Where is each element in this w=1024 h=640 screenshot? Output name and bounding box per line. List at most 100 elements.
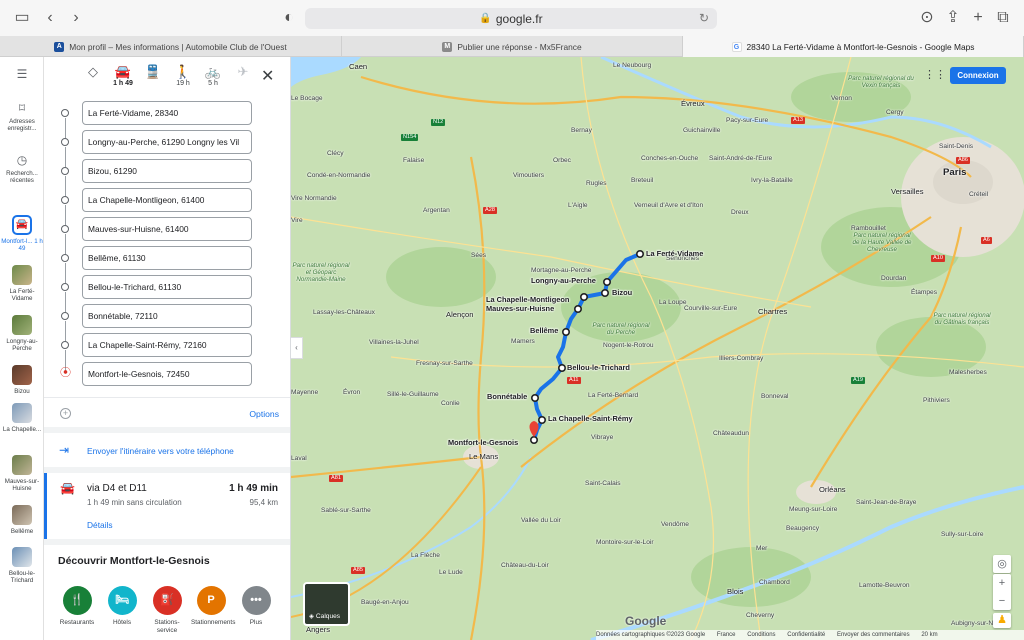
rail-place[interactable]: La Chapelle...: [0, 403, 44, 433]
place-label[interactable]: Saint-Jean-de-Braye: [856, 499, 916, 506]
place-label[interactable]: Vibraye: [591, 434, 613, 441]
place-label[interactable]: Lassay-les-Châteaux: [313, 309, 375, 316]
share-icon[interactable]: ⇪: [943, 8, 963, 28]
place-label[interactable]: Nogent-le-Rotrou: [603, 342, 654, 349]
route-stop-label[interactable]: La Chapelle-Saint-Rémy: [548, 414, 633, 423]
download-icon[interactable]: ⊙: [917, 8, 937, 28]
place-label[interactable]: Orbec: [553, 157, 571, 164]
place-label[interactable]: Vallée du Loir: [521, 517, 561, 524]
place-label[interactable]: Beaugency: [786, 525, 819, 532]
place-label[interactable]: Le Lude: [439, 569, 463, 576]
route-stop-label[interactable]: Bellême: [530, 326, 558, 335]
poi-restaurants[interactable]: 🍴 Restaurants: [57, 586, 97, 627]
place-label[interactable]: Rambouillet: [851, 225, 886, 232]
route-stop-marker[interactable]: [602, 278, 611, 287]
terms-link[interactable]: Conditions: [747, 632, 775, 638]
route-stop-marker[interactable]: [530, 435, 539, 444]
route-stop-label[interactable]: Montfort-le-Gesnois: [448, 438, 518, 447]
place-label[interactable]: Illiers-Combray: [719, 355, 763, 362]
route-stop-label[interactable]: Bizou: [612, 288, 632, 297]
route-stop-marker[interactable]: [635, 250, 644, 259]
stop-input[interactable]: Mauves-sur-Huisne, 61400: [82, 217, 252, 241]
place-label[interactable]: Vire: [291, 217, 303, 224]
zoom-in-button[interactable]: +: [993, 574, 1011, 592]
place-label[interactable]: Chartres: [758, 307, 787, 316]
route-details-link[interactable]: Détails: [87, 520, 113, 530]
place-label[interactable]: Verneuil d'Avre et d'Iton: [634, 202, 703, 209]
place-label[interactable]: Saint-Calais: [585, 480, 621, 487]
park-label[interactable]: Parc naturel régional et Géoparc Normand…: [291, 262, 351, 284]
place-label[interactable]: Le Bocage: [291, 95, 323, 102]
region-label[interactable]: France: [717, 632, 736, 638]
mode-walk[interactable]: 🚶 19 h: [170, 64, 196, 87]
rail-place[interactable]: Mauves-sur-Huisne: [0, 455, 44, 493]
place-label[interactable]: Alençon: [446, 310, 473, 319]
route-stop-marker[interactable]: [600, 289, 609, 298]
place-label[interactable]: Le Mans: [469, 452, 498, 461]
send-to-phone-link[interactable]: Envoyer l'itinéraire vers votre téléphon…: [87, 446, 234, 456]
send-to-phone-row[interactable]: ⇥ Envoyer l'itinéraire vers votre téléph…: [44, 433, 290, 467]
options-link[interactable]: Options: [249, 409, 279, 419]
rail-place[interactable]: Bizou: [0, 365, 44, 395]
place-label[interactable]: Sées: [471, 252, 486, 259]
route-stop-label[interactable]: Longny-au-Perche: [531, 276, 596, 285]
collapse-panel-button[interactable]: ‹: [291, 337, 303, 359]
mode-best[interactable]: ◇: [80, 64, 106, 80]
place-label[interactable]: Vendôme: [661, 521, 689, 528]
back-icon[interactable]: ‹: [40, 8, 60, 28]
place-label[interactable]: Mer: [756, 545, 767, 552]
stop-input[interactable]: Bellême, 61130: [82, 246, 252, 270]
street-view-pegman[interactable]: ♟: [993, 613, 1011, 628]
place-label[interactable]: La Loupe: [659, 299, 687, 306]
place-label[interactable]: Falaise: [403, 157, 424, 164]
place-label[interactable]: Rugles: [586, 180, 607, 187]
feedback-link[interactable]: Envoyer des commentaires: [837, 632, 910, 638]
route-stop-marker[interactable]: [573, 305, 582, 314]
poi-hotels[interactable]: 🛏 Hôtels: [102, 586, 142, 627]
place-label[interactable]: Malesherbes: [949, 369, 987, 376]
rail-place[interactable]: Bellou-le-Trichard: [0, 547, 44, 585]
route-stop-label[interactable]: Bellou-le-Trichard: [567, 363, 630, 372]
place-label[interactable]: Mamers: [511, 338, 535, 345]
place-label[interactable]: Laval: [291, 455, 307, 462]
mode-flight[interactable]: ✈: [230, 64, 256, 80]
place-label[interactable]: La Ferté-Bernard: [588, 392, 638, 399]
route-stop-marker[interactable]: [561, 327, 570, 336]
place-label[interactable]: Pithiviers: [923, 397, 950, 404]
poi-more[interactable]: ••• Plus: [236, 586, 276, 627]
place-label[interactable]: Clécy: [327, 150, 344, 157]
poi-parking[interactable]: P Stationnements: [191, 586, 235, 627]
place-label[interactable]: Saint-André-de-l'Eure: [709, 155, 772, 162]
route-stop-marker[interactable]: [531, 393, 540, 402]
place-label[interactable]: Orléans: [819, 485, 846, 494]
poi-fuel[interactable]: ⛽ Stations-service: [147, 586, 187, 634]
place-label[interactable]: Breteuil: [631, 177, 653, 184]
close-icon[interactable]: ✕: [261, 66, 274, 86]
park-label[interactable]: Parc naturel régional du Gâtinais frança…: [931, 312, 993, 326]
place-label[interactable]: Étampes: [911, 289, 937, 296]
place-label[interactable]: Lamotte-Beuvron: [859, 582, 910, 589]
layers-button[interactable]: ◈ Calques: [303, 582, 350, 626]
rail-saved[interactable]: ⌑ Adresses enregistr...: [0, 101, 44, 133]
place-label[interactable]: Saint-Denis: [939, 143, 973, 150]
place-label[interactable]: Villaines-la-Juhel: [369, 339, 419, 346]
route-stop-label[interactable]: La Ferté-Vidame: [646, 249, 703, 258]
stop-input[interactable]: La Ferté-Vidame, 28340: [82, 101, 252, 125]
tab-overview-icon[interactable]: ⧉: [993, 8, 1013, 28]
place-label[interactable]: Courville-sur-Eure: [684, 305, 737, 312]
place-label[interactable]: Vernon: [831, 95, 852, 102]
place-label[interactable]: Mortagne-au-Perche: [531, 267, 591, 274]
place-label[interactable]: La Flèche: [411, 552, 440, 559]
tab-aco[interactable]: A Mon profil – Mes informations | Automo…: [0, 36, 342, 57]
rail-place[interactable]: Longny-au-Perche: [0, 315, 44, 353]
place-label[interactable]: Guichainville: [683, 127, 720, 134]
place-label[interactable]: Vimoutiers: [513, 172, 544, 179]
place-label[interactable]: Cheverny: [746, 612, 774, 619]
add-stop-icon[interactable]: +: [60, 408, 71, 419]
forward-icon[interactable]: ›: [66, 8, 86, 28]
rail-place[interactable]: Bellême: [0, 505, 44, 535]
place-label[interactable]: Blois: [727, 587, 743, 596]
place-label[interactable]: Meung-sur-Loire: [789, 506, 837, 513]
place-label[interactable]: Bonneval: [761, 393, 789, 400]
rail-current-route[interactable]: 🚘 Montfort-l... 1 h 49: [0, 215, 44, 253]
